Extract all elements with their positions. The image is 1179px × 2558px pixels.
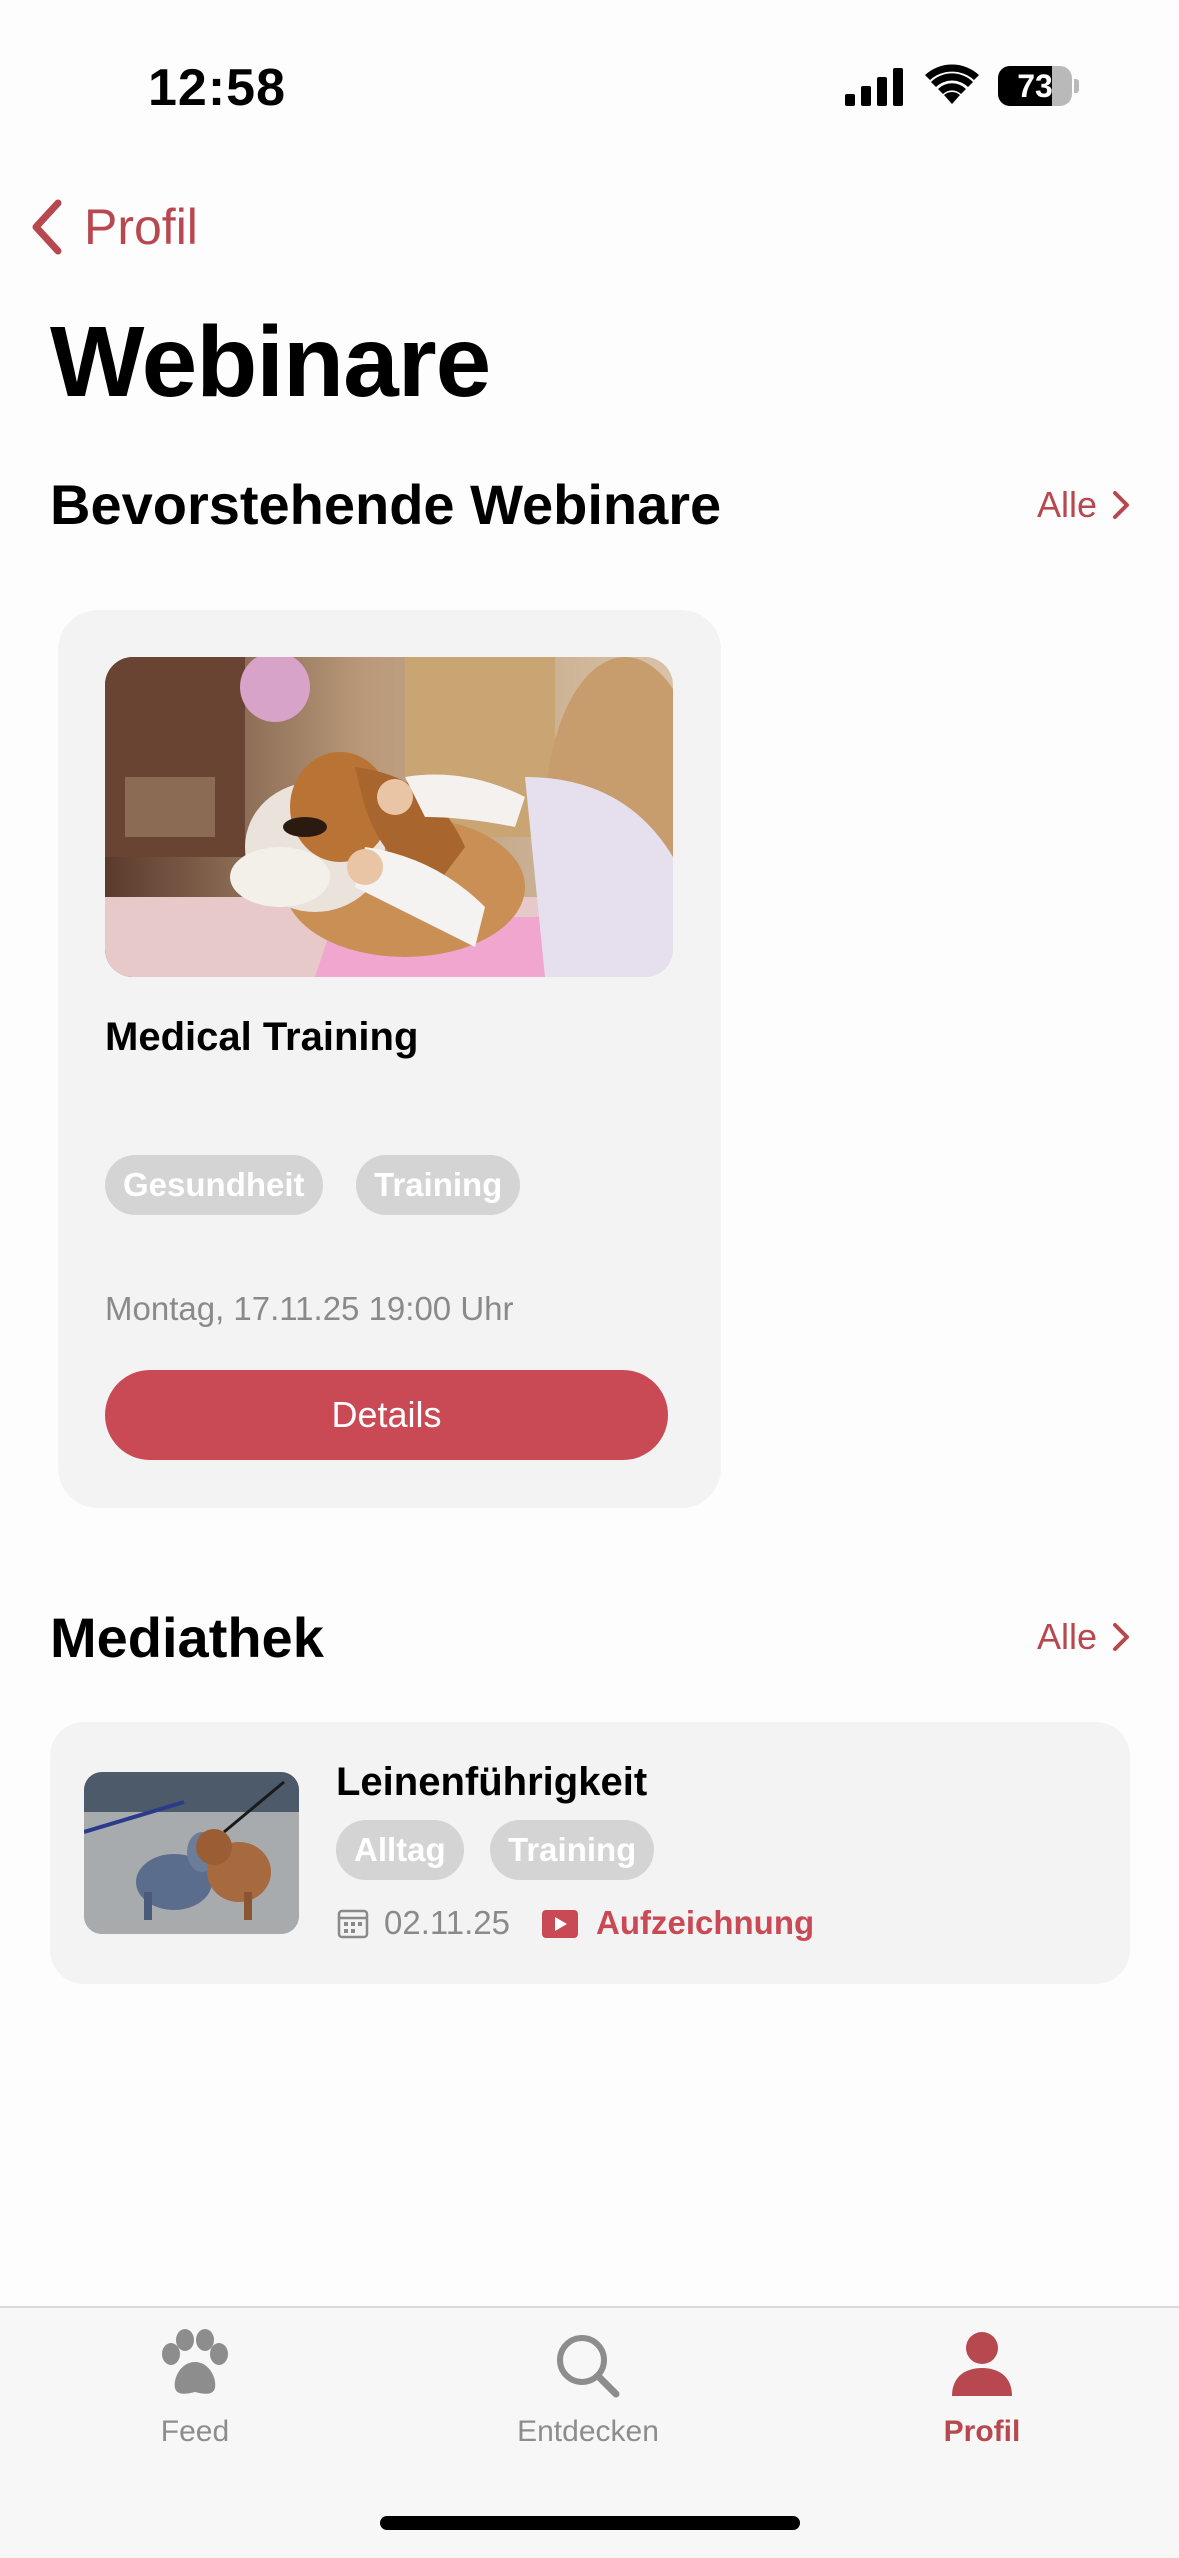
chevron-right-icon — [1113, 1623, 1129, 1651]
tab-profile[interactable]: Profil — [882, 2328, 1082, 2449]
battery-icon: 73 — [998, 66, 1079, 106]
upcoming-all-link[interactable]: Alle — [1037, 484, 1131, 526]
page-title: Webinare — [50, 306, 491, 418]
paw-icon — [162, 2329, 228, 2394]
battery-percentage: 73 — [1017, 68, 1053, 104]
webinar-title: Medical Training — [105, 1015, 419, 1059]
wifi-icon — [925, 64, 979, 104]
tab-feed[interactable]: Feed — [95, 2328, 295, 2449]
back-label: Profil — [84, 199, 198, 255]
person-icon — [952, 2332, 1012, 2396]
tab-label: Entdecken — [517, 2415, 659, 2448]
media-all-label: Alle — [1036, 1616, 1097, 1657]
tab-discover[interactable]: Entdecken — [488, 2328, 688, 2449]
chevron-left-icon — [32, 199, 62, 255]
webinar-date: Montag, 17.11.25 19:00 Uhr — [105, 1290, 514, 1327]
search-icon — [557, 2335, 620, 2398]
tab-label: Profil — [943, 2415, 1021, 2448]
media-meta: 02.11.25 Aufzeichnung — [336, 1904, 814, 1942]
tab-label: Feed — [160, 2415, 230, 2448]
media-thumbnail — [84, 1772, 299, 1934]
webinar-image — [105, 657, 673, 977]
calendar-icon — [337, 1909, 369, 1939]
webinar-card[interactable]: Medical Training Gesundheit Training Mon… — [58, 610, 721, 1508]
back-button[interactable]: Profil — [26, 195, 198, 259]
details-button[interactable]: Details — [105, 1370, 668, 1460]
upcoming-section-title: Bevorstehende Webinare — [50, 473, 722, 536]
cellular-signal-icon — [845, 68, 903, 106]
media-tag: Training — [490, 1820, 655, 1880]
media-type: Aufzeichnung — [596, 1904, 815, 1941]
media-item-title: Leinenführigkeit — [336, 1760, 648, 1804]
media-all-link[interactable]: Alle — [1037, 1616, 1131, 1658]
webinar-tag: Training — [356, 1155, 521, 1215]
chevron-right-icon — [1113, 491, 1129, 519]
home-indicator[interactable] — [380, 2516, 800, 2530]
upcoming-all-label: Alle — [1036, 484, 1097, 525]
media-item-card[interactable]: Leinenführigkeit Alltag Training 02.11.2… — [50, 1722, 1130, 1984]
status-bar: 12:58 73 — [0, 0, 1179, 170]
media-date: 02.11.25 — [384, 1904, 511, 1941]
play-video-icon — [542, 1910, 579, 1938]
media-tag: Alltag — [336, 1820, 464, 1880]
media-section-title: Mediathek — [50, 1606, 324, 1669]
status-time: 12:58 — [148, 59, 286, 117]
webinar-tag: Gesundheit — [105, 1155, 323, 1215]
